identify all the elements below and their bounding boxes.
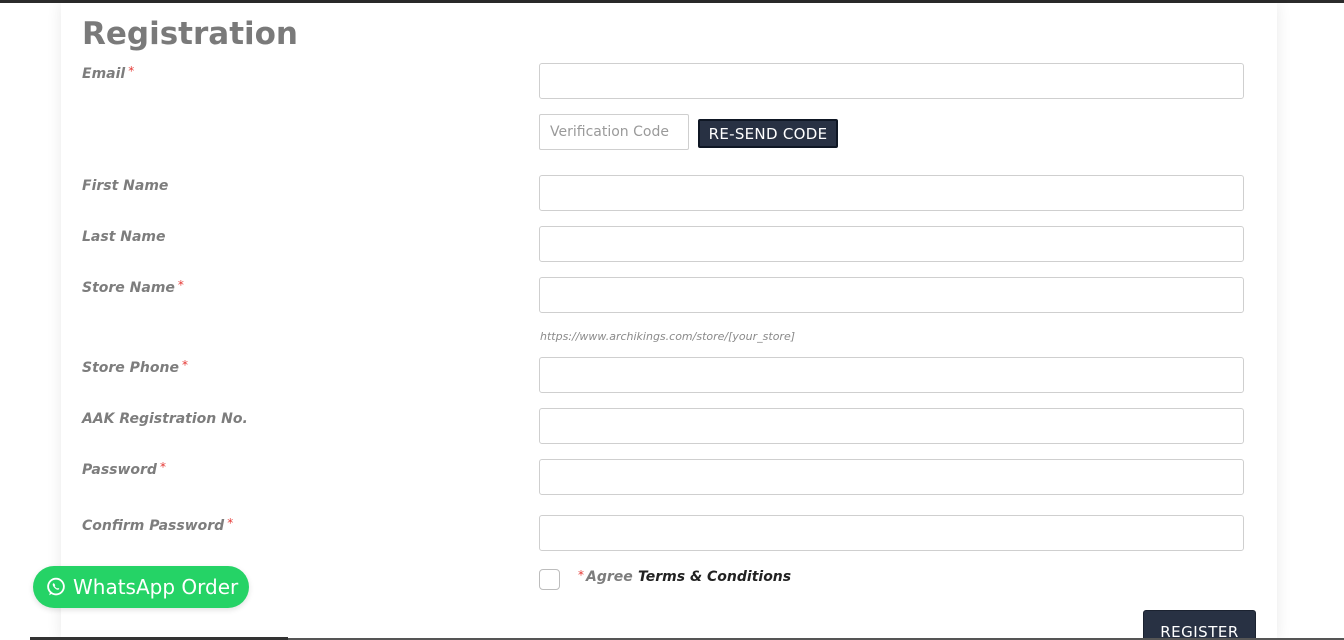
email-label: Email * [82, 64, 135, 82]
required-marker: * [227, 516, 234, 530]
confirm-password-input[interactable] [539, 515, 1244, 551]
agree-checkbox[interactable] [539, 569, 560, 590]
store-url-hint: https://www.archikings.com/store/[your_s… [540, 330, 796, 343]
password-label: Password * [82, 460, 166, 478]
verification-code-input[interactable] [539, 114, 689, 150]
store-phone-input[interactable] [539, 357, 1244, 393]
aak-registration-input[interactable] [539, 408, 1244, 444]
first-name-label: First Name [82, 178, 169, 194]
page-title: Registration [82, 16, 299, 52]
whatsapp-order-button[interactable]: WhatsApp Order [33, 566, 249, 608]
whatsapp-icon [45, 576, 67, 598]
last-name-input[interactable] [539, 226, 1244, 262]
required-marker: * [177, 278, 184, 292]
required-marker: * [181, 358, 188, 372]
agree-label: * Agree [578, 568, 633, 585]
password-input[interactable] [539, 459, 1244, 495]
confirm-password-label-text: Confirm Password [82, 518, 225, 534]
terms-conditions-link[interactable]: Terms & Conditions [638, 569, 791, 585]
email-input[interactable] [539, 63, 1244, 99]
required-marker: * [159, 460, 166, 474]
resend-code-button[interactable]: RE-SEND CODE [698, 119, 838, 148]
aak-registration-label: AAK Registration No. [82, 411, 248, 427]
required-marker: * [578, 568, 584, 582]
email-label-text: Email [82, 66, 126, 82]
required-marker: * [128, 64, 135, 78]
password-label-text: Password [82, 462, 157, 478]
first-name-input[interactable] [539, 175, 1244, 211]
whatsapp-order-label: WhatsApp Order [73, 575, 239, 599]
confirm-password-label: Confirm Password * [82, 516, 234, 534]
last-name-label: Last Name [82, 229, 166, 245]
store-name-input[interactable] [539, 277, 1244, 313]
store-phone-label: Store Phone * [82, 358, 188, 376]
store-name-label-text: Store Name [82, 280, 175, 296]
store-phone-label-text: Store Phone [82, 360, 179, 376]
register-button[interactable]: REGISTER [1143, 610, 1256, 640]
store-name-label: Store Name * [82, 278, 184, 296]
agree-label-text: Agree [586, 569, 633, 585]
